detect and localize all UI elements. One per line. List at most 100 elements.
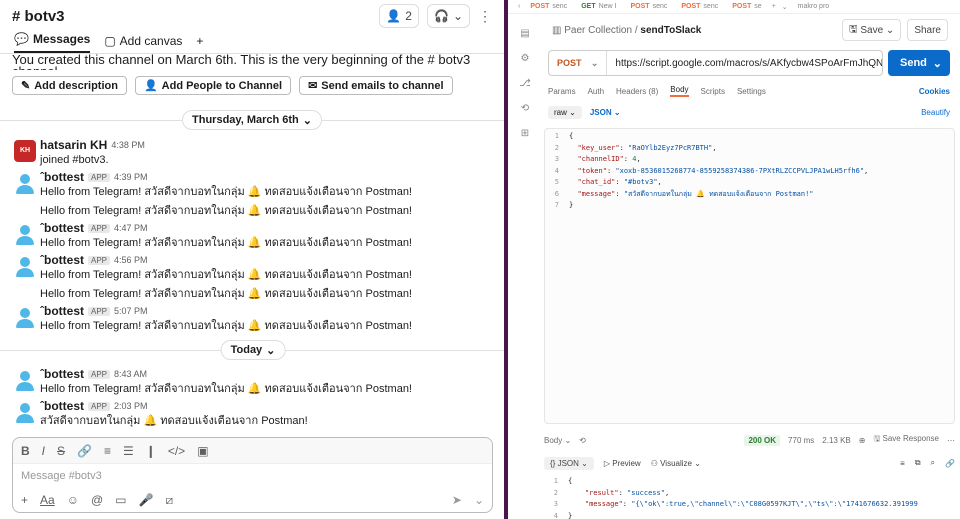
microphone-icon[interactable]: 🎤 [139,493,154,507]
tab-add-canvas[interactable]: ▢ Add canvas [104,34,182,53]
code-icon[interactable]: </> [168,444,185,458]
message-time[interactable]: 2:03 PM [114,401,148,411]
request-tab[interactable]: POST se [728,3,765,10]
url-input[interactable]: https://script.google.com/macros/s/AKfyc… [607,58,882,69]
request-tab[interactable]: POST senc [526,3,571,10]
date-pill[interactable]: Thursday, March 6th ⌄ [182,110,322,130]
members-button[interactable]: 👤 2 [379,4,419,28]
shortcuts-icon[interactable]: ⧄ [165,493,173,508]
emoji-icon[interactable]: ☺ [67,493,79,507]
send-button[interactable]: Send ⌄ [888,50,950,76]
bot-avatar[interactable] [14,306,36,328]
body-type-select[interactable]: JSON ⌄ [590,108,621,117]
tab-headers[interactable]: Headers (8) [616,87,658,96]
apis-icon[interactable]: ⎇ [519,78,531,89]
request-name[interactable]: sendToSlack [640,25,701,36]
search-icon[interactable]: ⌕ [931,458,935,468]
sender-name[interactable]: ˆbottest [40,367,84,381]
tab-body[interactable]: Body [670,85,689,97]
huddle-button[interactable]: 🎧 ⌄ [426,4,470,28]
bold-icon[interactable]: B [21,444,30,458]
request-tab[interactable]: POST senc [627,3,672,10]
tab-messages[interactable]: 💬 Messages [14,32,91,53]
add-people-button[interactable]: 👤 Add People to Channel [134,76,292,95]
response-body[interactable]: 1{ 2 "result": "success", 3 "message": "… [544,476,955,519]
body-mode-select[interactable]: raw ⌄ [548,105,582,119]
bot-avatar[interactable] [14,223,36,245]
response-time[interactable]: 770 ms [788,436,814,445]
message-time[interactable]: 4:38 PM [111,140,145,150]
message-time[interactable]: 8:43 AM [114,369,147,379]
share-button[interactable]: Share [907,19,948,41]
body-type-label: JSON [589,107,612,117]
message-time[interactable]: 5:07 PM [114,306,148,316]
channel-title[interactable]: # botv3 [12,8,65,25]
tab-settings[interactable]: Settings [737,87,766,96]
bot-avatar[interactable] [14,369,36,391]
send-options-icon[interactable]: ⌄ [474,493,484,507]
add-tab-button[interactable]: + [196,34,203,53]
message-time[interactable]: 4:39 PM [114,172,148,182]
video-icon[interactable]: ▭ [115,493,126,507]
copy-icon[interactable]: ⧉ [915,458,921,468]
send-emails-button[interactable]: ✉ Send emails to channel [299,76,453,95]
method-select[interactable]: POST ⌄ [549,51,608,75]
avatar[interactable]: KH [14,140,36,162]
bot-avatar[interactable] [14,401,36,423]
format-icon[interactable]: Aa [40,493,55,507]
network-icon[interactable]: ⊕ [859,436,866,445]
back-icon[interactable]: ‹ [518,3,520,10]
mock-icon[interactable]: ⊞ [521,128,529,139]
save-response-button[interactable]: 🖫 Save Response [873,433,939,447]
response-size[interactable]: 2.13 KB [822,436,850,445]
more-icon[interactable]: ⋮ [478,8,492,25]
collection-name[interactable]: Paer Collection [564,25,632,36]
message-time[interactable]: 4:56 PM [114,255,148,265]
mention-icon[interactable]: @ [91,493,103,507]
history-icon[interactable]: ⟲ [521,103,529,114]
filter-icon[interactable]: ≡ [900,459,905,468]
environments-icon[interactable]: ⚙ [521,53,530,64]
tab-auth[interactable]: Auth [588,87,604,96]
tab-params[interactable]: Params [548,87,576,96]
bot-avatar[interactable] [14,172,36,194]
tab-scripts[interactable]: Scripts [701,87,725,96]
cookies-link[interactable]: Cookies [919,87,950,96]
environment-select[interactable]: makro pro [794,3,834,10]
status-badge[interactable]: 200 OK [744,434,781,446]
link-icon[interactable]: 🔗 [77,444,92,458]
beautify-button[interactable]: Beautify [921,108,950,117]
sender-name[interactable]: ˆbottest [40,170,84,184]
message-input[interactable]: Message #botv3 [13,464,492,488]
request-tab[interactable]: GET New I [577,3,620,10]
bullet-list-icon[interactable]: ☰ [123,444,134,458]
strikethrough-icon[interactable]: S [57,444,65,458]
more-icon[interactable]: ⋯ [947,436,955,445]
ordered-list-icon[interactable]: ≡ [104,444,111,458]
date-pill[interactable]: Today ⌄ [220,340,286,360]
sender-name[interactable]: hatsarin KH [40,138,107,152]
add-description-button[interactable]: ✎ Add description [12,76,127,95]
request-body-editor[interactable]: 1{ 2 "key_user": "RaOYlb2Eyz7PcR7BTH", 3… [544,128,955,424]
new-tab-icon[interactable]: + [772,3,776,10]
save-button[interactable]: 🖫 Save ⌄ [842,19,902,41]
request-tab[interactable]: POST senc [677,3,722,10]
response-type-select[interactable]: {} JSON ⌄ [544,456,594,470]
plus-icon[interactable]: + [21,493,28,507]
code-block-icon[interactable]: ▣ [197,444,208,458]
sender-name[interactable]: ˆbottest [40,304,84,318]
message-time[interactable]: 4:47 PM [114,223,148,233]
send-icon[interactable]: ➤ [452,493,462,507]
sender-name[interactable]: ˆbottest [40,253,84,267]
sender-name[interactable]: ˆbottest [40,399,84,413]
link-icon[interactable]: 🔗 [945,459,955,468]
history-icon[interactable]: ⟲ [579,436,586,445]
response-body-select[interactable]: Body ⌄ [544,436,571,445]
sender-name[interactable]: ˆbottest [40,221,84,235]
blockquote-icon[interactable]: ❙ [146,444,156,458]
tabs-dropdown-icon[interactable]: ⌄ [782,3,788,11]
preview-button[interactable]: ▷ Preview [604,459,641,468]
visualize-button[interactable]: ⚇ Visualize ⌄ [651,459,701,468]
italic-icon[interactable]: I [42,444,45,458]
bot-avatar[interactable] [14,255,36,277]
